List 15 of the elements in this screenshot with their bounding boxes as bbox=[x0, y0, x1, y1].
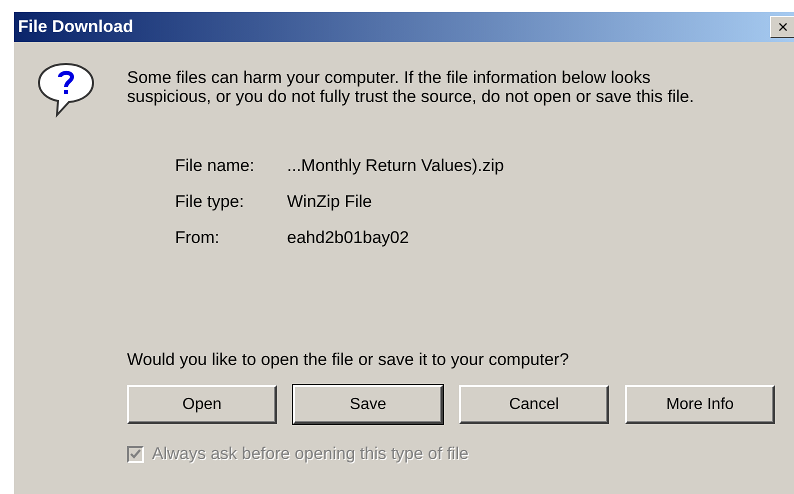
close-button[interactable]: × bbox=[770, 16, 794, 38]
field-label: File name: bbox=[175, 156, 256, 176]
field-value: WinZip File bbox=[287, 192, 374, 212]
window-title: File Download bbox=[18, 17, 134, 37]
dialog-button[interactable]: Open bbox=[127, 385, 277, 424]
warning-message: Some files can harm your computer. If the file information below looks suspicious, or you do not fully trust the source, do not open or save this file. bbox=[127, 68, 695, 108]
question-icon bbox=[35, 60, 97, 118]
dialog-button[interactable]: Save bbox=[293, 385, 443, 424]
dialog-button[interactable]: More Info bbox=[625, 385, 775, 424]
field-label: From: bbox=[175, 228, 220, 248]
field-label: File type: bbox=[175, 192, 245, 212]
dialog-button[interactable]: Cancel bbox=[459, 385, 609, 424]
field-value: ...Monthly Return Values).zip bbox=[287, 156, 505, 176]
field-value: eahd2b01bay02 bbox=[287, 228, 410, 248]
question-text: Would you like to open the file or save it to your computer? bbox=[127, 350, 570, 370]
